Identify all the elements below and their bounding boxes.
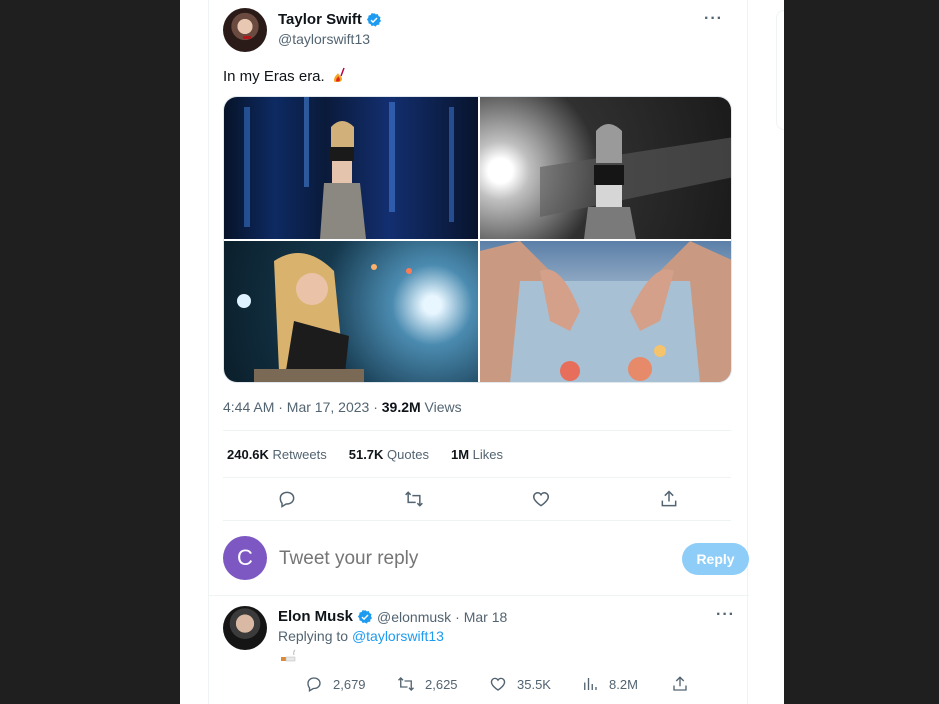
reply-icon	[307, 677, 321, 692]
reply-tweet[interactable]: Elon Musk @elonmusk · Mar 18 ··· Replyin…	[209, 596, 749, 704]
divider	[223, 430, 731, 431]
tweet-header: Taylor Swift @taylorswift13 ···	[223, 0, 731, 58]
tweet-page: Taylor Swift @taylorswift13 ··· In my Er…	[180, 0, 784, 704]
reply-author-avatar[interactable]	[223, 606, 267, 650]
timestamp-text[interactable]: 4:44 AM · Mar 17, 2023 ·	[223, 399, 382, 415]
retweet-icon	[398, 677, 414, 691]
share-icon[interactable]	[658, 488, 680, 510]
user-avatar[interactable]: C	[223, 536, 267, 580]
analytics-icon	[584, 678, 597, 690]
author-avatar[interactable]	[223, 8, 267, 52]
share-icon	[673, 676, 687, 691]
more-horizontal-icon[interactable]: ···	[716, 606, 735, 624]
like-icon	[490, 677, 506, 691]
retweet-count-button[interactable]: 2,625	[397, 675, 458, 693]
tweet-photo-3[interactable]	[224, 241, 478, 382]
reply-count: 2,679	[333, 676, 366, 692]
retweet-count: 2,625	[425, 676, 458, 692]
tweet-photo-4[interactable]	[480, 241, 731, 382]
verified-badge-icon	[357, 609, 373, 624]
replying-prefix: Replying to	[278, 628, 352, 644]
cigarette-emoji-icon	[281, 649, 296, 662]
views-label: Views	[420, 399, 462, 415]
retweets-stat[interactable]: 240.6K Retweets	[227, 447, 327, 462]
more-horizontal-icon[interactable]: ···	[704, 10, 723, 28]
reply-date[interactable]: · Mar 18	[455, 609, 507, 625]
reply-button[interactable]: Reply	[682, 543, 749, 575]
author-name[interactable]: Taylor Swift	[278, 11, 362, 28]
reply-icon[interactable]	[276, 488, 298, 510]
quotes-stat[interactable]: 51.7K Quotes	[349, 447, 429, 462]
like-count: 35.5K	[517, 676, 551, 692]
reply-author-name[interactable]: Elon Musk	[278, 608, 353, 625]
reply-actions: 2,679 2,625 35.5K 8.2M	[305, 675, 705, 695]
views-count: 39.2M	[381, 399, 421, 415]
tweet-text-content: In my Eras era.	[223, 68, 325, 85]
reply-author-handle[interactable]: @elonmusk	[377, 609, 451, 625]
tweet-photo-1[interactable]	[224, 97, 478, 239]
tweet-photo-2[interactable]	[480, 97, 731, 239]
reply-input[interactable]	[279, 548, 629, 570]
replying-to: Replying to @taylorswift13	[278, 628, 444, 644]
fire-emoji-icon	[333, 67, 345, 82]
like-count-button[interactable]: 35.5K	[489, 675, 551, 693]
author-handle[interactable]: @taylorswift13	[278, 31, 370, 47]
reply-count-button[interactable]: 2,679	[305, 675, 366, 693]
replying-to-link[interactable]: @taylorswift13	[352, 628, 444, 644]
tweet-photo-grid	[223, 96, 732, 383]
divider	[223, 477, 731, 478]
sidebar-card-edge	[776, 10, 784, 130]
views-count: 8.2M	[609, 676, 638, 692]
verified-badge-icon	[366, 12, 381, 27]
share-button[interactable]	[671, 675, 689, 693]
reply-composer: C Reply	[209, 521, 749, 595]
tweet-timestamp: 4:44 AM · Mar 17, 2023 · 39.2M Views	[223, 399, 462, 415]
like-icon[interactable]	[530, 488, 552, 510]
engagement-stats: 240.6K Retweets 51.7K Quotes 1M Likes	[227, 447, 503, 462]
views-count-button[interactable]: 8.2M	[581, 675, 638, 693]
likes-stat[interactable]: 1M Likes	[451, 447, 503, 462]
tweet-actions	[223, 488, 731, 510]
tweet-text: In my Eras era.	[223, 66, 349, 85]
main-tweet: Taylor Swift @taylorswift13 ··· In my Er…	[209, 0, 749, 692]
retweet-icon[interactable]	[403, 488, 425, 510]
